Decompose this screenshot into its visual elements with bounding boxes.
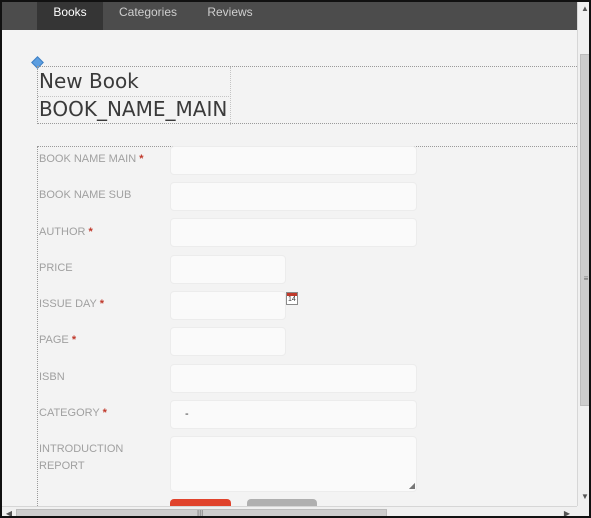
tab-categories[interactable]: Categories (106, 2, 190, 30)
calendar-icon[interactable]: 14 (286, 292, 298, 305)
top-nav: Books Categories Reviews (2, 2, 577, 30)
tab-reviews[interactable]: Reviews (196, 2, 264, 30)
page-subtitle: BOOK_NAME_MAIN (39, 97, 228, 121)
price-label-text: PRICE (39, 262, 73, 274)
book-name-sub-label-text: BOOK NAME SUB (39, 189, 132, 201)
author-label: AUTHOR * (39, 224, 93, 241)
vertical-scroll-thumb[interactable]: ≡ (580, 54, 589, 406)
horizontal-scrollbar[interactable]: ◀ ||| ▶ (2, 506, 577, 518)
category-label: CATEGORY * (39, 405, 107, 422)
price-input[interactable] (170, 255, 286, 284)
book-name-main-label-text: BOOK NAME MAIN (39, 153, 137, 165)
issue-day-label-text: ISSUE DAY (39, 298, 97, 310)
isbn-label-text: ISBN (39, 371, 65, 383)
scroll-up-arrow-icon[interactable]: ▲ (578, 4, 589, 14)
required-mark: * (102, 407, 107, 419)
isbn-input[interactable] (170, 364, 417, 393)
scroll-left-arrow-icon[interactable]: ◀ (2, 509, 16, 516)
introduction-report-label-text: INTRODUCTION REPORT (39, 443, 124, 472)
author-label-text: AUTHOR (39, 226, 86, 238)
horizontal-scroll-thumb[interactable]: ||| (16, 509, 387, 518)
required-mark: * (99, 298, 105, 310)
book-name-sub-input[interactable] (170, 182, 417, 211)
page-label-text: PAGE (39, 334, 69, 346)
required-mark: * (88, 226, 93, 238)
price-label: PRICE (39, 260, 73, 277)
resize-handle-icon[interactable]: ◢ (409, 482, 415, 490)
required-mark: * (71, 334, 77, 346)
required-mark: * (139, 153, 144, 165)
page-input[interactable] (170, 327, 286, 356)
book-name-sub-label: BOOK NAME SUB (39, 187, 131, 204)
category-select[interactable]: - (170, 400, 417, 429)
grip-icon: ≡ (583, 274, 589, 283)
vertical-scrollbar[interactable]: ▲ ≡ ▼ (577, 2, 589, 506)
scroll-down-arrow-icon[interactable]: ▼ (578, 492, 589, 502)
book-name-main-label: BOOK NAME MAIN * (39, 151, 144, 168)
page-label: PAGE * (39, 332, 76, 349)
issue-day-input[interactable] (170, 291, 286, 320)
page-header: New Book BOOK_NAME_MAIN (37, 66, 577, 125)
app-window: Books Categories Reviews New Book BOOK_N… (0, 0, 591, 518)
calendar-icon-day: 14 (288, 296, 296, 303)
book-name-main-input[interactable] (170, 146, 417, 175)
isbn-label: ISBN (39, 369, 65, 386)
issue-day-label: ISSUE DAY * (39, 296, 104, 313)
author-input[interactable] (170, 218, 417, 247)
tab-books[interactable]: Books (37, 2, 103, 30)
introduction-report-label: INTRODUCTION REPORT (39, 441, 149, 475)
grip-icon: ||| (197, 509, 204, 518)
scroll-right-arrow-icon[interactable]: ▶ (560, 509, 574, 516)
category-selected-value: - (185, 408, 189, 420)
scroll-corner (577, 506, 589, 516)
page-title: New Book (39, 69, 139, 93)
introduction-report-textarea[interactable]: ◢ (170, 436, 417, 492)
category-label-text: CATEGORY (39, 407, 100, 419)
